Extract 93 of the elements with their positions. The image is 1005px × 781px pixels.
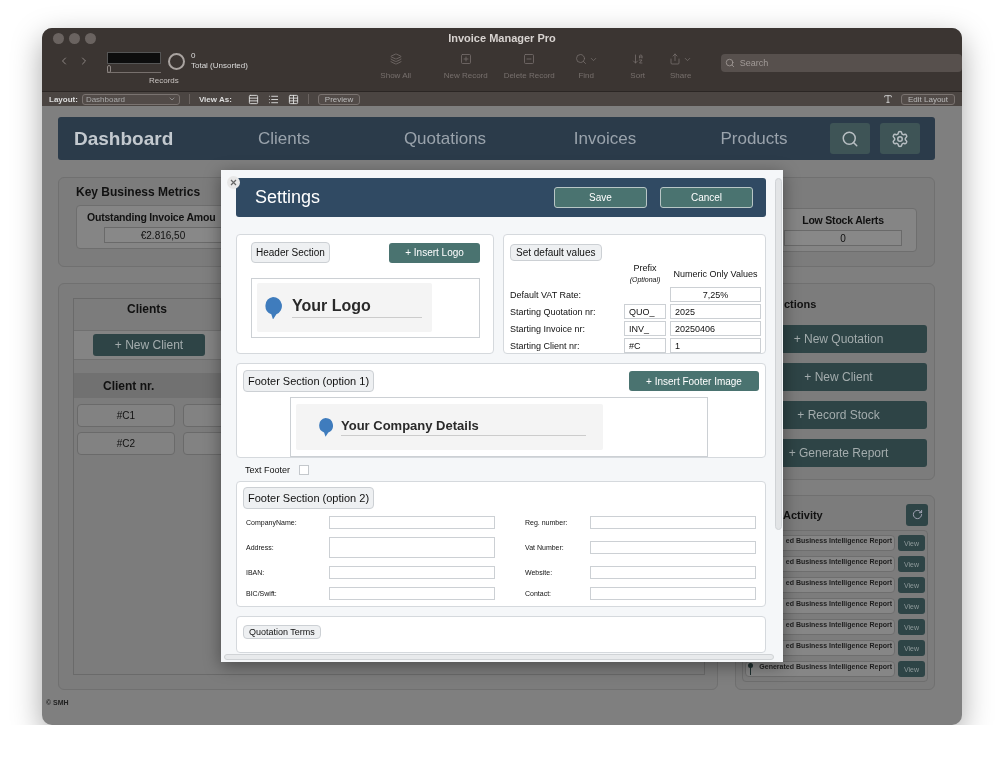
gear-icon bbox=[891, 129, 909, 148]
search-icon bbox=[841, 129, 859, 148]
checkbox[interactable] bbox=[299, 464, 310, 475]
text-field[interactable] bbox=[329, 566, 495, 580]
preview-button[interactable]: Preview bbox=[317, 93, 361, 105]
sort-icon bbox=[631, 53, 644, 65]
text-field[interactable] bbox=[590, 541, 756, 555]
search-icon bbox=[574, 53, 587, 65]
record-slider[interactable] bbox=[107, 65, 161, 73]
prefix-field[interactable]: QUO_ bbox=[624, 304, 666, 320]
zoom-window-icon[interactable] bbox=[85, 32, 96, 44]
close-window-icon[interactable] bbox=[53, 32, 64, 44]
settings-button[interactable] bbox=[880, 123, 920, 154]
records-label: Records bbox=[149, 76, 179, 85]
column-header: Numeric Only Values bbox=[672, 268, 759, 280]
close-icon bbox=[230, 179, 237, 186]
vertical-scrollbar[interactable] bbox=[775, 178, 782, 530]
value-field[interactable]: 20250406 bbox=[670, 321, 761, 337]
text-field[interactable] bbox=[590, 587, 756, 601]
section-label: Header Section bbox=[251, 242, 330, 264]
search-input[interactable]: Search bbox=[737, 57, 938, 69]
record-circle-icon bbox=[168, 53, 185, 70]
panel-title: ctions bbox=[783, 298, 818, 312]
edit-layout-button[interactable]: Edit Layout bbox=[900, 93, 955, 105]
dialog-button[interactable]: Cancel bbox=[660, 187, 753, 209]
pin-icon bbox=[318, 418, 333, 437]
nav-tab[interactable]: Invoices bbox=[526, 128, 684, 149]
close-button[interactable] bbox=[227, 176, 240, 189]
horizontal-scrollbar[interactable] bbox=[224, 654, 774, 660]
share-icon bbox=[669, 53, 682, 65]
logo-text: Your Logo bbox=[292, 297, 422, 319]
record-count: 0 bbox=[191, 51, 196, 60]
table-cell: #C2 bbox=[77, 432, 175, 455]
text-field[interactable] bbox=[590, 566, 756, 580]
prefix-field[interactable]: #C bbox=[624, 338, 666, 354]
new-client-button[interactable]: + New Client bbox=[93, 334, 205, 356]
slider-thumb[interactable] bbox=[107, 65, 111, 73]
minus-icon bbox=[523, 53, 536, 65]
column-header: Prefix bbox=[632, 263, 658, 275]
value-field[interactable]: 2025 bbox=[670, 304, 761, 320]
value-field[interactable]: 1 bbox=[670, 338, 761, 354]
plus-icon bbox=[459, 53, 472, 65]
text-field[interactable] bbox=[329, 516, 495, 530]
refresh-icon bbox=[911, 509, 923, 520]
field-label: Starting Quotation nr: bbox=[510, 306, 597, 317]
company-details-text: Your Company Details bbox=[341, 418, 586, 437]
nav-tab[interactable]: Products bbox=[684, 128, 824, 149]
text-field[interactable] bbox=[329, 587, 495, 601]
caret-icon bbox=[167, 95, 176, 103]
field-label: Starting Client nr: bbox=[510, 340, 581, 351]
search-icon bbox=[724, 58, 735, 68]
nav-tab[interactable]: Quotations bbox=[364, 128, 526, 149]
record-status: Total (Unsorted) bbox=[191, 61, 248, 70]
search-button[interactable] bbox=[830, 123, 870, 154]
text-field[interactable] bbox=[329, 537, 495, 559]
panel-title: Activity bbox=[783, 508, 823, 521]
metric-value: 0 bbox=[784, 230, 902, 246]
dialog-title: Settings bbox=[255, 187, 322, 209]
prefix-field[interactable]: INV_ bbox=[624, 321, 666, 337]
window-title: Invoice Manager Pro bbox=[448, 32, 556, 44]
section-label: Footer Section (option 1) bbox=[243, 370, 375, 393]
table-cell: #C1 bbox=[77, 404, 175, 427]
section-label: Set default values bbox=[510, 244, 602, 262]
record-field[interactable] bbox=[107, 52, 161, 64]
layers-icon bbox=[389, 53, 402, 65]
field-label: Starting Invoice nr: bbox=[510, 323, 587, 334]
minimize-window-icon[interactable] bbox=[69, 32, 80, 44]
metric-label: Outstanding Invoice Amou bbox=[87, 211, 216, 223]
search-field[interactable]: Search bbox=[720, 54, 962, 72]
metric-value: €2.816,50 bbox=[104, 227, 222, 243]
form-view-icon[interactable] bbox=[247, 93, 259, 105]
field-label: Default VAT Rate: bbox=[510, 289, 583, 300]
nav-tab[interactable]: Clients bbox=[204, 128, 364, 149]
pin-icon bbox=[264, 296, 282, 320]
view-as-label: View As: bbox=[198, 94, 232, 104]
section-label: Footer Section (option 2) bbox=[243, 487, 375, 510]
table-view-icon[interactable] bbox=[287, 93, 299, 105]
dialog-button[interactable]: Save bbox=[554, 187, 647, 209]
text-size-icon[interactable] bbox=[882, 94, 893, 104]
list-view-icon[interactable] bbox=[267, 93, 279, 105]
metric-label: Low Stock Alerts bbox=[802, 214, 884, 226]
refresh-button[interactable] bbox=[906, 503, 928, 526]
nav-tab[interactable]: Dashboard bbox=[74, 127, 204, 150]
panel-title: Key Business Metrics bbox=[76, 185, 202, 199]
text-field[interactable] bbox=[590, 516, 756, 530]
layout-dropdown[interactable]: Dashboard bbox=[81, 93, 180, 105]
insert-logo-button[interactable]: + Insert Logo bbox=[389, 242, 480, 263]
layout-label: Layout: bbox=[49, 94, 78, 104]
section-label: Quotation Terms bbox=[243, 624, 321, 639]
pin-icon bbox=[748, 663, 753, 675]
checkbox-label: Text Footer bbox=[245, 464, 291, 475]
insert-footer-image-button[interactable]: + Insert Footer Image bbox=[629, 371, 759, 392]
value-field[interactable]: 7,25% bbox=[670, 287, 761, 303]
